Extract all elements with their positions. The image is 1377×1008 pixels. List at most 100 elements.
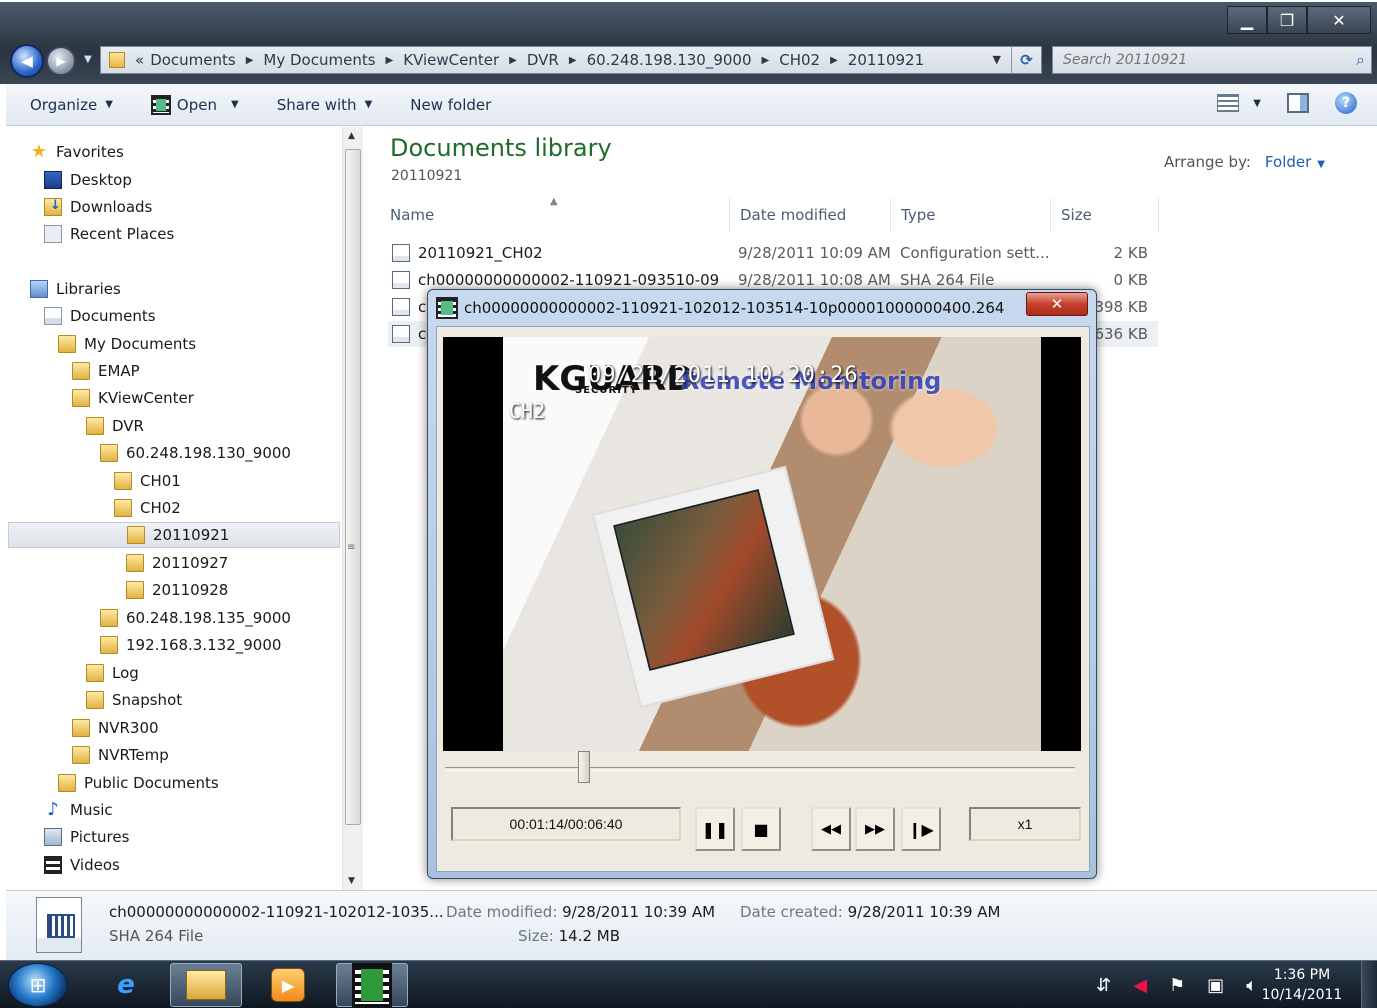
scrollbar-thumb[interactable] xyxy=(345,149,361,825)
sidebar-item-log[interactable]: Log xyxy=(86,660,139,686)
taskbar-windows-explorer[interactable] xyxy=(170,963,242,1007)
breadcrumb-my-documents[interactable]: My Documents xyxy=(263,51,375,69)
sidebar-item-documents[interactable]: Documents xyxy=(44,303,156,329)
refresh-icon[interactable]: ⟳ xyxy=(1011,47,1041,73)
network-icon[interactable]: ⇵ xyxy=(1096,975,1111,996)
back-button[interactable]: ◀ xyxy=(10,44,44,78)
sidebar-item-libraries[interactable]: Libraries xyxy=(30,276,121,302)
taskbar-video-player[interactable] xyxy=(336,963,408,1007)
step-forward-button[interactable]: ❙▶ xyxy=(901,807,941,851)
breadcrumb-ip[interactable]: 60.248.198.130_9000 xyxy=(587,51,752,69)
new-folder-button[interactable]: New folder xyxy=(410,96,491,114)
video-player-window: ch00000000000002-110921-102012-103514-10… xyxy=(427,289,1097,879)
sidebar-item-60-248-198-130-9000[interactable]: 60.248.198.130_9000 xyxy=(100,440,291,466)
pause-button[interactable]: ❚❚ xyxy=(695,807,735,851)
taskbar-internet-explorer[interactable]: e xyxy=(90,963,162,1007)
sidebar-item-emap[interactable]: EMAP xyxy=(72,358,140,384)
sidebar-item-favorites[interactable]: ★ Favorites xyxy=(30,139,124,165)
nav-scrollbar[interactable]: ▲ ≡ ▼ xyxy=(342,127,363,890)
seek-slider-thumb[interactable] xyxy=(577,751,590,783)
sidebar-item-nvrtemp[interactable]: NVRTemp xyxy=(72,742,169,768)
taskbar-media-player[interactable]: ▶ xyxy=(252,963,324,1007)
show-desktop-button[interactable] xyxy=(1361,961,1377,1008)
forward-button[interactable]: ▶ xyxy=(46,46,76,76)
breadcrumb-kviewcenter[interactable]: KViewCenter xyxy=(403,51,499,69)
column-header-type[interactable]: Type xyxy=(891,198,1051,232)
action-center-flag-icon[interactable]: ⚑ xyxy=(1169,975,1185,996)
minimize-button[interactable]: ▁ xyxy=(1227,6,1267,34)
sidebar-item-dvr[interactable]: DVR xyxy=(86,413,144,439)
sidebar-item-label: EMAP xyxy=(98,362,140,380)
chevron-right-icon[interactable]: ▶ xyxy=(569,55,577,66)
sidebar-item-nvr300[interactable]: NVR300 xyxy=(72,715,159,741)
change-view-button[interactable]: ▼ xyxy=(1217,94,1261,112)
video-file-icon xyxy=(392,325,410,343)
file-row[interactable]: 20110921_CH02 9/28/2011 10:09 AM Configu… xyxy=(388,240,1158,266)
fast-forward-button[interactable]: ▶▶ xyxy=(855,807,895,851)
sidebar-item-desktop[interactable]: Desktop xyxy=(44,167,132,193)
help-icon[interactable]: ? xyxy=(1335,92,1357,114)
breadcrumb-date[interactable]: 20110921 xyxy=(848,51,924,69)
sidebar-item-downloads[interactable]: Downloads xyxy=(44,194,152,220)
sidebar-item-my-documents[interactable]: My Documents xyxy=(58,331,196,357)
chevron-right-icon[interactable]: ▶ xyxy=(246,55,254,66)
sidebar-item-pictures[interactable]: Pictures xyxy=(44,824,129,850)
sidebar-item-kviewcenter[interactable]: KViewCenter xyxy=(72,385,194,411)
address-bar[interactable]: « Documents ▶ My Documents ▶ KViewCenter ▶ … xyxy=(100,46,1042,74)
share-with-button[interactable]: Share with ▼ xyxy=(277,96,373,114)
sidebar-item-192-168-3-132-9000[interactable]: 192.168.3.132_9000 xyxy=(100,632,281,658)
breadcrumb-dvr[interactable]: DVR xyxy=(527,51,559,69)
sidebar-item-videos[interactable]: Videos xyxy=(44,852,120,878)
sidebar-item-recent-places[interactable]: Recent Places xyxy=(44,221,174,247)
sidebar-item-20110927[interactable]: 20110927 xyxy=(126,550,228,576)
arrange-by-dropdown[interactable]: Folder xyxy=(1265,153,1311,171)
sidebar-item-ch02[interactable]: CH02 xyxy=(114,495,181,521)
audio-alert-icon[interactable]: ◀ xyxy=(1133,975,1147,996)
stop-button[interactable]: ■ xyxy=(741,807,781,851)
chevron-right-icon[interactable]: ▶ xyxy=(509,55,517,66)
history-dropdown-icon[interactable]: ▼ xyxy=(84,54,92,65)
close-button[interactable]: ✕ xyxy=(1307,6,1371,34)
osd-timestamp: 09/21/2011 10:20:26 xyxy=(588,363,859,388)
search-icon[interactable]: ⌕ xyxy=(1356,50,1365,70)
column-header-name[interactable]: Name xyxy=(380,198,730,232)
sidebar-item-label: Public Documents xyxy=(84,774,219,792)
sidebar-item-ch01[interactable]: CH01 xyxy=(114,468,181,494)
player-close-button[interactable]: ✕ xyxy=(1026,292,1088,316)
sidebar-item-snapshot[interactable]: Snapshot xyxy=(86,687,182,713)
scroll-up-icon[interactable]: ▲ xyxy=(348,131,355,141)
scroll-down-icon[interactable]: ▼ xyxy=(348,876,355,886)
sidebar-item-20110928[interactable]: 20110928 xyxy=(126,577,228,603)
sidebar-item-20110921[interactable]: 20110921 xyxy=(8,522,340,548)
column-header-date[interactable]: Date modified xyxy=(730,198,891,232)
chevron-right-icon[interactable]: ▶ xyxy=(762,55,770,66)
preview-pane-icon[interactable] xyxy=(1287,93,1309,113)
playback-speed[interactable]: x1 xyxy=(969,807,1081,841)
breadcrumb-documents[interactable]: Documents xyxy=(150,51,236,69)
open-button[interactable]: Open ▼ xyxy=(150,94,239,115)
clock[interactable]: 1:36 PM 10/14/2011 xyxy=(1257,965,1347,1005)
seek-track[interactable] xyxy=(445,767,1075,771)
sidebar-item-music[interactable]: ♪ Music xyxy=(44,797,112,823)
display-icon[interactable]: ▣ xyxy=(1207,975,1224,996)
organize-button[interactable]: Organize ▼ xyxy=(30,96,113,114)
chevron-right-icon[interactable]: ▶ xyxy=(830,55,838,66)
address-dropdown-icon[interactable]: ▼ xyxy=(993,53,1001,66)
start-button[interactable]: ⊞ xyxy=(8,963,68,1007)
video-frame[interactable]: KGUARD SECURITY Remote Monitoring 09/21/… xyxy=(443,337,1081,751)
folder-icon xyxy=(186,970,226,1000)
search-box[interactable]: ⌕ xyxy=(1052,46,1372,74)
column-header-size[interactable]: Size xyxy=(1051,198,1159,232)
sidebar-item-public-documents[interactable]: Public Documents xyxy=(58,770,219,796)
chevron-down-icon[interactable]: ▼ xyxy=(1317,159,1325,170)
search-input[interactable] xyxy=(1053,47,1333,73)
chevron-right-icon[interactable]: ▶ xyxy=(386,55,394,66)
breadcrumb-overflow[interactable]: « xyxy=(135,51,144,69)
rewind-button[interactable]: ◀◀ xyxy=(811,807,851,851)
file-thumbnail-icon xyxy=(36,897,82,953)
maximize-button[interactable]: ❐ xyxy=(1267,6,1307,34)
folder-icon xyxy=(114,499,132,517)
breadcrumb-ch02[interactable]: CH02 xyxy=(779,51,820,69)
sidebar-item-60-248-198-135-9000[interactable]: 60.248.198.135_9000 xyxy=(100,605,291,631)
volume-icon[interactable]: 🔈︎ xyxy=(1246,975,1257,996)
